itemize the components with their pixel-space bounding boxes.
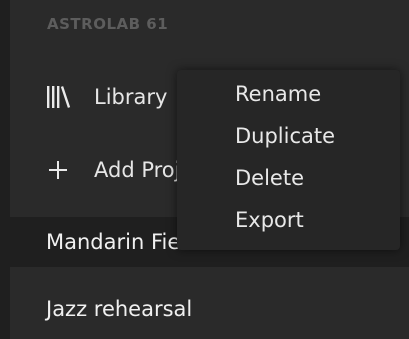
- device-header: ASTROLAB 61: [47, 15, 169, 33]
- context-menu: Rename Duplicate Delete Export: [177, 70, 400, 250]
- plus-icon: [40, 159, 76, 181]
- project-item-jazz-rehearsal[interactable]: Jazz rehearsal: [10, 284, 409, 334]
- library-icon: [40, 84, 76, 110]
- project-label: Jazz rehearsal: [46, 297, 193, 321]
- menu-item-delete[interactable]: Delete: [235, 162, 304, 194]
- sidebar-panel: ASTROLAB 61 Library Add Project Mandarin…: [10, 0, 409, 339]
- sidebar-item-label: Library: [94, 85, 168, 109]
- menu-item-rename[interactable]: Rename: [235, 78, 321, 110]
- menu-item-duplicate[interactable]: Duplicate: [235, 120, 335, 152]
- menu-item-export[interactable]: Export: [235, 204, 304, 236]
